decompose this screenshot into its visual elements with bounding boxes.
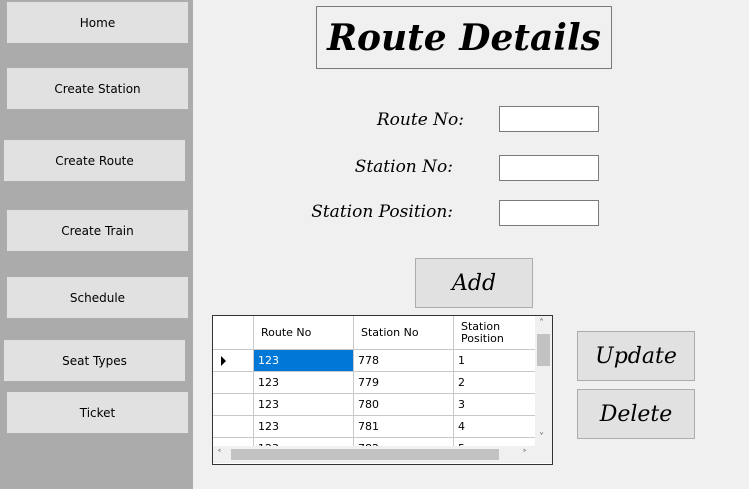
corner-header: [213, 316, 254, 350]
vertical-scrollbar[interactable]: ˄ ˅: [535, 316, 552, 446]
station-position-input[interactable]: [499, 200, 599, 226]
schedule-button[interactable]: Schedule: [6, 276, 189, 319]
create-station-button[interactable]: Create Station: [6, 67, 189, 110]
station-position-label: Station Position:: [311, 202, 453, 222]
column-header-station-no[interactable]: Station No: [354, 316, 454, 350]
scroll-left-icon[interactable]: ˂: [217, 450, 222, 460]
seat-types-button[interactable]: Seat Types: [3, 339, 186, 382]
row-header[interactable]: [213, 394, 254, 416]
grid-header: Route No Station No Station Position: [213, 316, 535, 350]
add-button[interactable]: Add: [415, 258, 533, 308]
scrollbar-corner: [535, 446, 552, 463]
scroll-up-icon[interactable]: ˄: [539, 319, 544, 329]
table-cell[interactable]: 1: [454, 350, 535, 372]
column-header-route-no[interactable]: Route No: [254, 316, 354, 350]
create-route-button[interactable]: Create Route: [3, 139, 186, 182]
row-header[interactable]: [213, 372, 254, 394]
row-header[interactable]: [213, 350, 254, 372]
table-cell[interactable]: 778: [354, 350, 454, 372]
table-cell[interactable]: 123: [254, 372, 354, 394]
update-button[interactable]: Update: [577, 331, 695, 381]
route-no-label: Route No:: [376, 110, 464, 130]
table-cell[interactable]: 123: [254, 350, 354, 372]
column-header-station-position[interactable]: Station Position: [454, 316, 535, 350]
route-grid[interactable]: Route No Station No Station Position 123…: [212, 315, 553, 465]
table-cell[interactable]: 123: [254, 394, 354, 416]
sidebar: Home Create Station Create Route Create …: [0, 0, 193, 489]
horizontal-scrollbar[interactable]: ˂ ˃: [213, 446, 535, 463]
scroll-down-icon[interactable]: ˅: [539, 433, 544, 443]
table-row[interactable]: 123 781 4: [213, 416, 535, 438]
table-cell[interactable]: 2: [454, 372, 535, 394]
route-no-input[interactable]: [499, 106, 599, 132]
create-train-button[interactable]: Create Train: [6, 209, 189, 252]
station-no-input[interactable]: [499, 155, 599, 181]
table-row[interactable]: 123 780 3: [213, 394, 535, 416]
page-title: Route Details: [316, 6, 612, 69]
vertical-scroll-thumb[interactable]: [537, 334, 550, 366]
row-header[interactable]: [213, 416, 254, 438]
home-button[interactable]: Home: [6, 1, 189, 44]
table-row[interactable]: 123 778 1: [213, 350, 535, 372]
current-row-arrow-icon: [221, 356, 226, 366]
horizontal-scroll-thumb[interactable]: [231, 449, 499, 460]
table-cell[interactable]: 780: [354, 394, 454, 416]
table-cell[interactable]: 123: [254, 416, 354, 438]
table-cell[interactable]: 781: [354, 416, 454, 438]
table-row[interactable]: 123 779 2: [213, 372, 535, 394]
table-cell[interactable]: 779: [354, 372, 454, 394]
scroll-right-icon[interactable]: ˃: [522, 450, 527, 460]
ticket-button[interactable]: Ticket: [6, 391, 189, 434]
table-cell[interactable]: 4: [454, 416, 535, 438]
table-cell[interactable]: 3: [454, 394, 535, 416]
station-no-label: Station No:: [354, 157, 453, 177]
delete-button[interactable]: Delete: [577, 389, 695, 439]
